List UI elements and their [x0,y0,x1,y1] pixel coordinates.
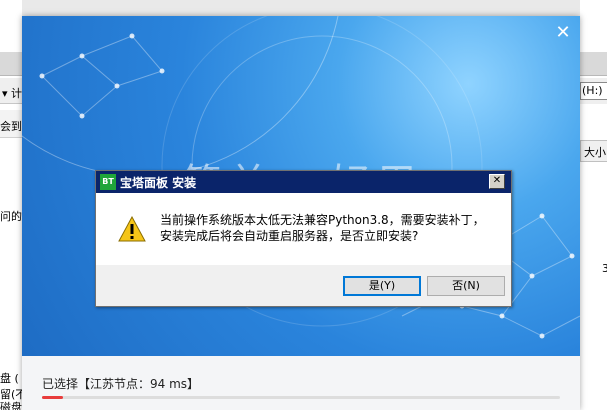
node-status-text: 已选择【江苏节点：94 ms】 [42,377,200,391]
background-text: 会到( [0,120,22,133]
installer-close-button[interactable]: ✕ [554,24,572,42]
background-toolbar [580,52,607,76]
progress-bar [42,396,560,399]
background-text: (H:) [582,84,603,97]
dialog-message-line: 安装完成后将会自动重启服务器，是否立即安装? [160,229,419,243]
dialog-body: 当前操作系统版本太低无法兼容Python3.8，需要安装补丁， 安装完成后将会自… [96,193,511,265]
dialog-message: 当前操作系统版本太低无法兼容Python3.8，需要安装补丁， 安装完成后将会自… [160,212,485,244]
dialog-titlebar[interactable]: BT 宝塔面板 安装 ✕ [96,171,511,193]
yes-button[interactable]: 是(Y) [343,276,421,296]
background-window-right: (H:) 大小 3 [580,0,607,410]
background-window-left: ▾ 计 会到( 问的( 盘 ( 留(不 磁盘 [0,0,22,410]
dialog-button-bar: 是(Y) 否(N) [96,265,511,306]
installer-footer: 已选择【江苏节点：94 ms】 [22,356,580,410]
background-text: ▾ 计 [2,87,22,100]
background-toolbar [0,52,22,76]
background-text: 3 [602,262,607,275]
warning-icon [118,216,146,242]
dialog-close-button[interactable]: ✕ [489,174,505,189]
background-text: 盘 ( [0,372,19,385]
dialog-title: 宝塔面板 安装 [120,176,197,190]
progress-bar-fill [42,396,63,399]
no-button[interactable]: 否(N) [427,276,505,296]
bt-logo-icon: BT [100,174,116,190]
install-dialog: BT 宝塔面板 安装 ✕ 当前操作系统版本太低无法兼容Python3.8，需要安… [95,170,512,307]
background-text: 磁盘 [0,401,22,410]
background-text: 大小 [584,146,606,159]
dialog-message-line: 当前操作系统版本太低无法兼容Python3.8，需要安装补丁， [160,213,485,227]
background-text: 问的( [0,210,22,223]
